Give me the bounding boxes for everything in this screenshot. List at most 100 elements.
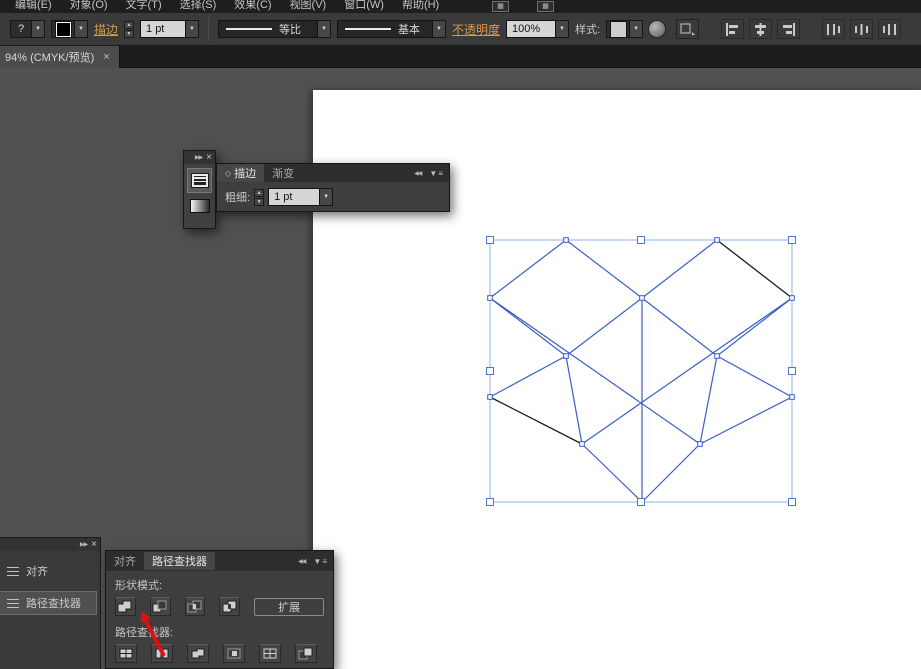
- help-dropdown[interactable]: ? ▼: [10, 20, 45, 38]
- divide-button[interactable]: [115, 644, 137, 663]
- stroke-lines-icon: [192, 174, 208, 187]
- distribute-left-icon: [826, 23, 841, 36]
- transform-menu-button[interactable]: [676, 19, 699, 39]
- selected-artwork[interactable]: [484, 234, 799, 509]
- trim-button[interactable]: [151, 644, 173, 663]
- style-swatch-dropdown[interactable]: ▼: [606, 20, 643, 38]
- minus-front-button[interactable]: [150, 597, 171, 616]
- align-horizontal-center-button[interactable]: [749, 19, 772, 39]
- brush-definition-dropdown[interactable]: 基本 ▼: [337, 20, 446, 38]
- opacity-field[interactable]: 100%: [506, 20, 556, 38]
- stroke-profile-value: 等比: [279, 21, 301, 37]
- stroke-weight-combo[interactable]: 1 pt ▼: [140, 20, 199, 38]
- mini-dock-header[interactable]: ▶▶ ×: [184, 151, 215, 164]
- weight-combo[interactable]: 1 pt ▼: [268, 188, 333, 206]
- dock-header[interactable]: ▶▶ ×: [0, 538, 100, 551]
- chevron-down-icon[interactable]: ▼: [556, 20, 569, 38]
- tab-align[interactable]: 对齐: [106, 552, 144, 570]
- stroke-weight-field[interactable]: 1 pt: [140, 20, 186, 38]
- stepper-down-icon[interactable]: ▼: [254, 198, 264, 206]
- crop-button[interactable]: [223, 644, 245, 663]
- arrange-documents-icon[interactable]: ▦: [492, 1, 509, 12]
- panel-menu-icon[interactable]: ▼≡: [313, 557, 327, 566]
- close-icon[interactable]: ×: [206, 153, 212, 163]
- tab-pathfinder[interactable]: 路径查找器: [144, 552, 215, 570]
- stroke-panel: ◇ 描边 渐变 ◀◀ ▼≡ 粗细: ▲ ▼ 1 pt ▼: [216, 163, 450, 212]
- dock-item-align[interactable]: 对齐: [0, 559, 97, 583]
- menu-lines-icon: ≡: [438, 169, 443, 178]
- distribute-center-button[interactable]: [850, 19, 873, 39]
- opacity-combo[interactable]: 100% ▼: [506, 20, 569, 38]
- dock-item-pathfinder[interactable]: 路径查找器: [0, 591, 97, 615]
- recolor-artwork-icon[interactable]: [649, 21, 665, 37]
- panel-cycle-icon[interactable]: ◇: [225, 169, 231, 178]
- chevron-down-icon[interactable]: ▼: [433, 20, 446, 38]
- menu-item-type[interactable]: 文字(T): [117, 0, 171, 13]
- gradient-panel-icon[interactable]: [191, 200, 209, 212]
- chevron-down-icon: ▼: [429, 169, 437, 178]
- opacity-link[interactable]: 不透明度: [452, 21, 500, 38]
- outline-button[interactable]: [259, 644, 281, 663]
- menu-item-view[interactable]: 视图(V): [281, 0, 336, 13]
- distribute-right-button[interactable]: [878, 19, 901, 39]
- close-icon[interactable]: ×: [91, 540, 97, 550]
- expand-panel-icon[interactable]: ▶▶: [80, 541, 87, 548]
- chevron-down-icon[interactable]: ▼: [630, 20, 643, 38]
- stroke-weight-stepper[interactable]: ▲ ▼: [124, 21, 134, 38]
- align-horizontal-left-button[interactable]: [721, 19, 744, 39]
- chevron-down-icon[interactable]: ▼: [320, 188, 333, 206]
- distribute-center-icon: [854, 23, 869, 36]
- menu-item-object[interactable]: 对象(O): [61, 0, 117, 13]
- panel-header-controls: ◀◀ ▼≡: [414, 169, 449, 178]
- distribute-left-button[interactable]: [822, 19, 845, 39]
- selection-handles[interactable]: [487, 237, 796, 506]
- expand-button[interactable]: 扩展: [254, 598, 324, 616]
- stroke-profile-line-icon: [226, 28, 272, 30]
- menu-item-effect[interactable]: 效果(C): [225, 0, 280, 13]
- stroke-link[interactable]: 描边: [94, 21, 118, 38]
- align-left-icon: [725, 23, 740, 36]
- intersect-button[interactable]: [185, 597, 206, 616]
- close-icon[interactable]: ×: [103, 51, 109, 63]
- document-tab[interactable]: 94% (CMYK/预览) ×: [0, 46, 120, 68]
- tab-gradient[interactable]: 渐变: [264, 164, 302, 182]
- stepper-down-icon[interactable]: ▼: [124, 30, 134, 38]
- menu-item-edit[interactable]: 编辑(E): [6, 0, 61, 13]
- pathfinders-row: [115, 644, 324, 663]
- collapse-panel-icon[interactable]: ◀◀: [298, 558, 305, 565]
- collapse-panel-icon[interactable]: ◀◀: [414, 170, 421, 177]
- minus-back-icon: [298, 647, 314, 660]
- pathfinder-panel: 对齐 路径查找器 ◀◀ ▼≡ 形状模式: 扩展: [105, 550, 334, 669]
- unite-button[interactable]: [115, 597, 136, 616]
- chevron-down-icon[interactable]: ▼: [186, 20, 199, 38]
- chevron-down-icon[interactable]: ▼: [32, 20, 45, 38]
- stepper-up-icon[interactable]: ▲: [254, 189, 264, 197]
- weight-field[interactable]: 1 pt: [268, 188, 320, 206]
- menu-item-window[interactable]: 窗口(W): [335, 0, 393, 13]
- chevron-down-icon[interactable]: ▼: [75, 20, 88, 38]
- menu-item-help[interactable]: 帮助(H): [393, 0, 448, 13]
- stroke-panel-icon-button[interactable]: [187, 168, 212, 193]
- transform-grid-icon: [680, 23, 696, 36]
- shape-modes-row: 扩展: [115, 597, 324, 616]
- align-horizontal-right-button[interactable]: [777, 19, 800, 39]
- brush-line-icon: [345, 28, 391, 30]
- merge-icon: [190, 647, 206, 660]
- expand-panel-icon[interactable]: ▶▶: [195, 154, 202, 161]
- workspace-switcher-icon[interactable]: ▦: [537, 1, 554, 12]
- panel-menu-icon[interactable]: ▼≡: [429, 169, 443, 178]
- chevron-down-icon[interactable]: ▼: [318, 20, 331, 38]
- exclude-button[interactable]: [219, 597, 240, 616]
- stepper-up-icon[interactable]: ▲: [124, 21, 134, 29]
- color-swatch-dropdown[interactable]: ▼: [51, 20, 88, 38]
- weight-stepper[interactable]: ▲ ▼: [254, 189, 264, 206]
- tab-pathfinder-label: 路径查找器: [152, 553, 207, 569]
- anchor-points[interactable]: [488, 238, 795, 505]
- weight-label: 粗细:: [225, 189, 250, 205]
- menu-item-select[interactable]: 选择(S): [171, 0, 226, 13]
- merge-button[interactable]: [187, 644, 209, 663]
- stroke-profile-dropdown[interactable]: 等比 ▼: [218, 20, 331, 38]
- tab-stroke[interactable]: ◇ 描边: [217, 164, 264, 182]
- minus-back-button[interactable]: [295, 644, 317, 663]
- stroke-panel-mini-dock: ▶▶ ×: [183, 150, 216, 229]
